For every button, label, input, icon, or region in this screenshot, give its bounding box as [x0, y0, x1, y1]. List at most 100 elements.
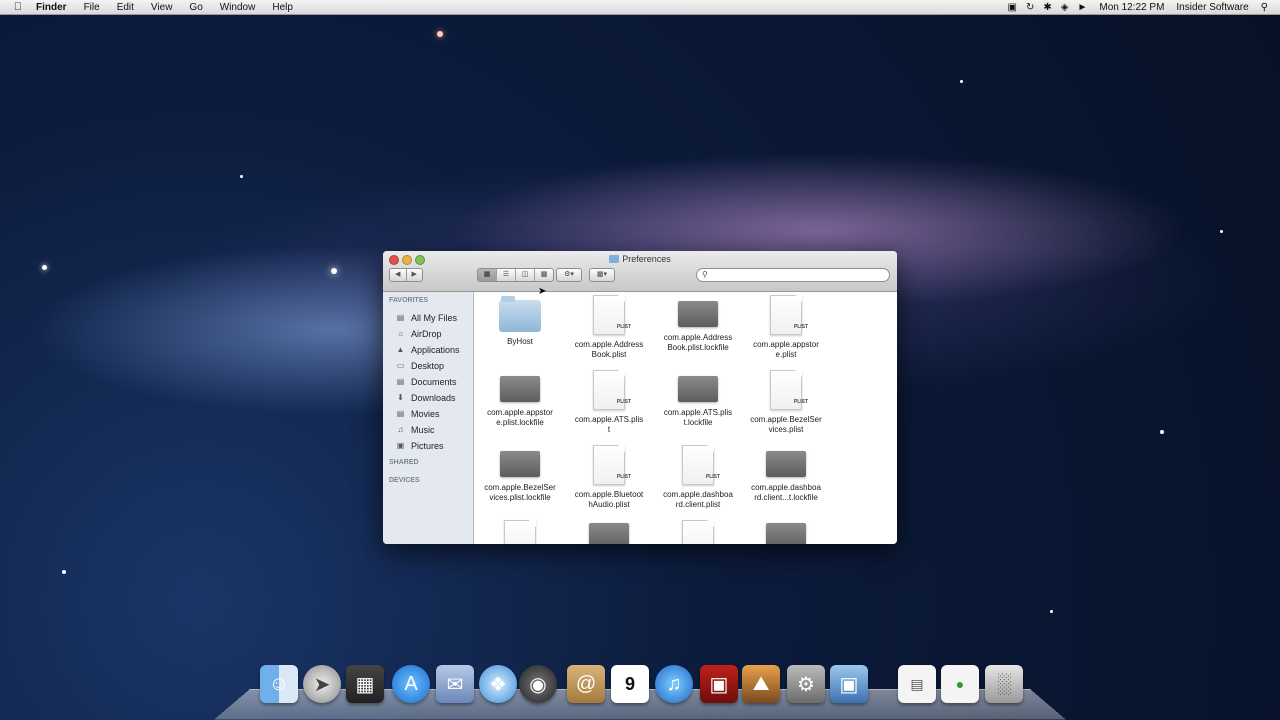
folder-icon — [499, 296, 541, 332]
ical-icon[interactable]: 9 — [611, 665, 649, 703]
spotlight-icon[interactable]: ⚲ — [1261, 2, 1268, 13]
icon-view-button[interactable]: ▦ — [478, 269, 497, 281]
list-view-button[interactable]: ☰ — [497, 269, 516, 281]
file-item[interactable] — [742, 520, 830, 544]
facetime-icon[interactable]: ◉ — [519, 665, 557, 703]
iphoto-icon[interactable]: ⛰ — [742, 665, 780, 703]
title-bar: Preferences ◀ ▶ ▦ ☰ ◫ ▩ ⚙▾ ▦▾ ⚲ — [383, 251, 897, 292]
plist-file-icon: PLIST — [593, 295, 631, 335]
apple-menu-icon[interactable]:  — [12, 1, 24, 13]
lockfile-icon — [678, 301, 718, 327]
wifi-icon[interactable]: ◈ — [1061, 2, 1069, 13]
sidebar-item-movies[interactable]: ▤ Movies — [383, 406, 473, 422]
clock[interactable]: Mon 12:22 PM — [1099, 2, 1164, 13]
lockfile-icon — [678, 376, 718, 402]
sidebar-item-documents[interactable]: ▤ Documents — [383, 374, 473, 390]
file-item[interactable]: PLIST com.apple.appstor e.plist — [742, 295, 830, 360]
file-item[interactable] — [565, 520, 653, 544]
menu-view[interactable]: View — [151, 2, 173, 13]
sidebar-item-airdrop[interactable]: ☼ AirDrop — [383, 326, 473, 342]
forward-button[interactable]: ▶ — [407, 269, 423, 281]
launchpad-icon[interactable]: ➤ — [303, 665, 341, 703]
column-view-button[interactable]: ◫ — [516, 269, 535, 281]
file-name: com.apple.Address Book.plist.lockfile — [663, 333, 733, 352]
mail-icon[interactable]: ✉ — [436, 665, 474, 703]
file-item[interactable]: com.apple.appstor e.plist.lockfile — [476, 370, 564, 428]
file-item[interactable]: PLIST com.apple.Bluetoot hAudio.plist — [565, 445, 653, 510]
ical-date: 9 — [624, 673, 635, 694]
menu-file[interactable]: File — [84, 2, 100, 13]
file-item[interactable]: PLIST com.apple.dashboa rd.client.plist — [654, 445, 742, 510]
file-item[interactable]: PLIST com.apple.BezelSer vices.plist — [742, 370, 830, 435]
file-item[interactable]: com.apple.ATS.plis t.lockfile — [654, 370, 742, 428]
file-name: com.apple.Address Book.plist — [574, 340, 644, 359]
menu-edit[interactable]: Edit — [117, 2, 134, 13]
user-name[interactable]: Insider Software — [1176, 2, 1248, 13]
file-item[interactable]: com.apple.BezelSer vices.plist.lockfile — [476, 445, 564, 503]
plist-file-icon: PLIST — [593, 370, 631, 410]
sidebar-item-desktop[interactable]: ▭ Desktop — [383, 358, 473, 374]
menu-help[interactable]: Help — [272, 2, 293, 13]
sidebar-item-music[interactable]: ♫ Music — [383, 422, 473, 438]
back-button[interactable]: ◀ — [390, 269, 407, 281]
file-name: com.apple.Bluetoot hAudio.plist — [574, 490, 644, 509]
file-item[interactable]: com.apple.Address Book.plist.lockfile — [654, 295, 742, 353]
star — [437, 31, 443, 37]
menu-window[interactable]: Window — [220, 2, 256, 13]
file-item[interactable]: ByHost — [476, 296, 564, 347]
menu-go[interactable]: Go — [189, 2, 202, 13]
file-item[interactable]: PLIST com.apple.ATS.plis t — [565, 370, 653, 435]
sidebar-item-label: Desktop — [411, 361, 445, 371]
file-item[interactable]: com.apple.dashboa rd.client...t.lockfile — [742, 445, 830, 503]
sidebar-item-label: Movies — [411, 409, 440, 419]
lockfile-icon — [500, 376, 540, 402]
search-field[interactable]: ⚲ — [696, 268, 890, 282]
lockfile-icon — [766, 523, 806, 544]
arrange-menu-button[interactable]: ▦▾ — [589, 268, 615, 282]
sidebar-item-downloads[interactable]: ⬇ Downloads — [383, 390, 473, 406]
document-icon[interactable]: ● — [941, 665, 979, 703]
star — [240, 175, 243, 178]
safari-icon[interactable]: ❖ — [479, 665, 517, 703]
file-name: com.apple.ATS.plis t.lockfile — [663, 408, 733, 427]
mission-control-icon[interactable]: ▦ — [346, 665, 384, 703]
view-mode-control: ▦ ☰ ◫ ▩ — [477, 268, 554, 282]
sidebar-item-pictures[interactable]: ▣ Pictures — [383, 438, 473, 454]
screen-recording-icon[interactable]: ▣ — [1008, 2, 1017, 13]
time-machine-icon[interactable]: ↻ — [1026, 2, 1034, 13]
action-menu-button[interactable]: ⚙▾ — [556, 268, 582, 282]
file-item[interactable] — [476, 520, 564, 544]
sidebar-item-applications[interactable]: ▲ Applications — [383, 342, 473, 358]
file-item[interactable]: PLIST com.apple.Address Book.plist — [565, 295, 653, 360]
itunes-icon[interactable]: ♫ — [655, 665, 693, 703]
star — [1220, 230, 1223, 233]
trash-icon[interactable]: ░ — [985, 665, 1023, 703]
volume-icon[interactable]: ► — [1077, 2, 1087, 13]
devices-header[interactable]: DEVICES — [389, 472, 473, 490]
sidebar-item-label: Music — [411, 425, 435, 435]
file-item[interactable] — [654, 520, 742, 544]
bluetooth-icon[interactable]: ✱ — [1043, 2, 1051, 13]
photo-booth-icon[interactable]: ▣ — [700, 665, 738, 703]
menu-finder[interactable]: Finder — [36, 2, 67, 13]
documents-icon: ▤ — [396, 377, 405, 386]
finder-icon[interactable]: ☺ — [260, 665, 298, 703]
star — [1050, 610, 1053, 613]
plist-file-icon: PLIST — [770, 370, 808, 410]
coverflow-view-button[interactable]: ▩ — [535, 269, 553, 281]
sidebar-item-label: Applications — [411, 345, 460, 355]
sidebar-item-all-my-files[interactable]: ▤ All My Files — [383, 310, 473, 326]
file-name: com.apple.appstor e.plist — [753, 340, 819, 359]
shared-header[interactable]: SHARED — [389, 454, 473, 472]
document-icon[interactable]: ▤ — [898, 665, 936, 703]
file-name: com.apple.dashboa rd.client...t.lockfile — [751, 483, 821, 502]
mouse-cursor-icon: ➤ — [538, 286, 547, 297]
preview-icon[interactable]: ▣ — [830, 665, 868, 703]
app-store-icon[interactable]: A — [392, 665, 430, 703]
address-book-icon[interactable]: @ — [567, 665, 605, 703]
system-preferences-icon[interactable]: ⚙ — [787, 665, 825, 703]
window-title-text: Preferences — [622, 254, 671, 264]
sidebar-item-label: All My Files — [411, 313, 458, 323]
airdrop-icon: ☼ — [396, 329, 405, 338]
file-name: com.apple.BezelSer vices.plist — [750, 415, 822, 434]
